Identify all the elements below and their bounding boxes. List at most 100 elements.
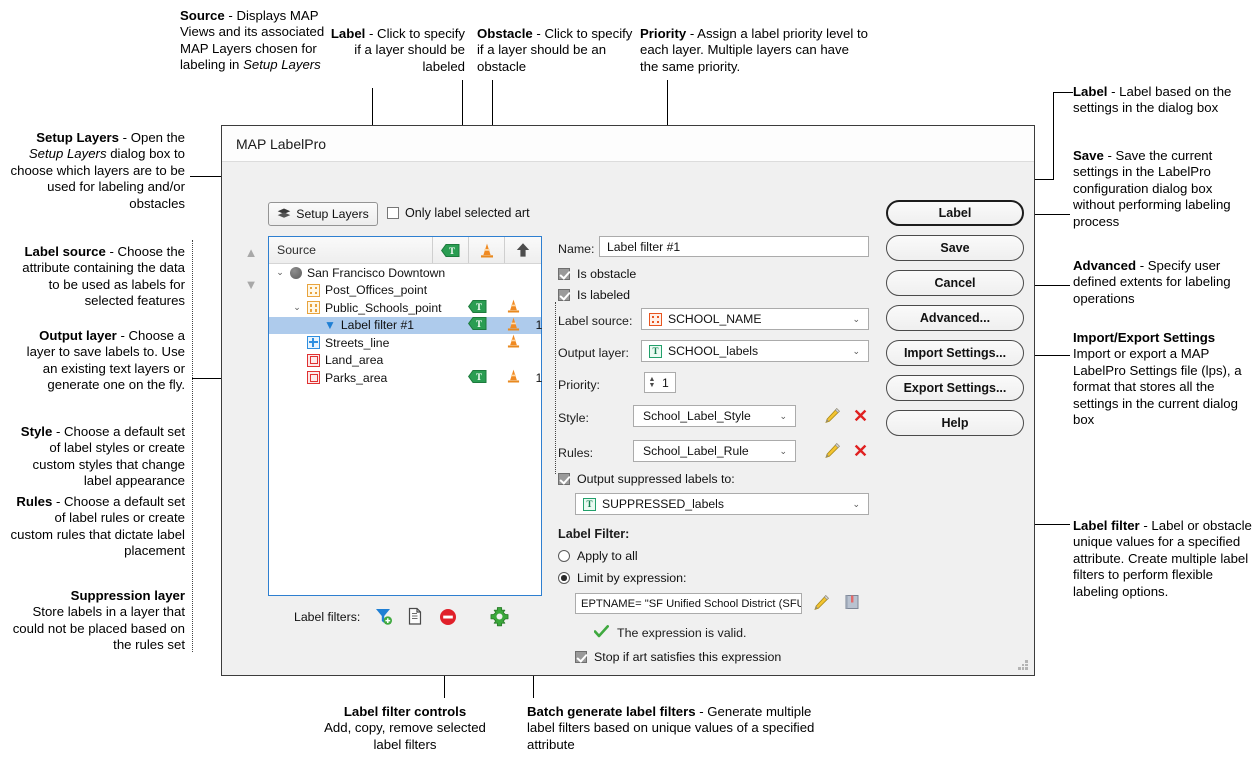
tree-row-label-toggle[interactable]: T (464, 299, 490, 316)
annotation-rules-title: Rules (16, 494, 53, 509)
table-row[interactable]: Land_area (269, 352, 541, 370)
priority-stepper[interactable]: ▲ ▼ 1 (644, 372, 676, 393)
batch-generate-icon[interactable] (489, 606, 510, 627)
annotation-filter-controls-title: Label filter controls (343, 704, 467, 719)
tree-row-priority[interactable]: 1 (524, 318, 554, 332)
tree-row-label-toggle[interactable]: T (464, 369, 490, 386)
annotation-import-export: Import/Export Settings Import or export a… (1073, 330, 1253, 428)
edit-expression-pencil-icon[interactable] (812, 594, 830, 612)
help-button[interactable]: Help (886, 410, 1024, 436)
expression-book-icon[interactable] (844, 594, 860, 615)
save-button[interactable]: Save (886, 235, 1024, 261)
label-filters-caption: Label filters: (294, 609, 361, 624)
label-tag-icon: T (467, 299, 486, 313)
edit-style-pencil-icon[interactable] (823, 407, 841, 425)
is-obstacle-checkbox[interactable]: Is obstacle (558, 267, 636, 281)
tree-row-label: San Francisco Downtown (307, 265, 446, 280)
rules-value: School_Label_Rule (643, 444, 749, 458)
limit-by-expression-label: Limit by expression: (577, 571, 687, 585)
tree-row-obstacle-toggle[interactable] (500, 299, 526, 316)
obstacle-cone-icon (507, 369, 519, 383)
annotation-rules: Rules - Choose a default set of label ru… (10, 494, 185, 560)
annotation-batch-generate-title: Batch generate label filters (527, 704, 696, 719)
tree-column-source[interactable]: Source (269, 237, 433, 263)
name-field[interactable]: Label filter #1 (599, 236, 869, 257)
button-label: Save (940, 241, 970, 255)
is-labeled-box[interactable] (558, 289, 570, 301)
line-layer-icon (307, 336, 320, 350)
stop-if-art-box[interactable] (575, 651, 587, 663)
limit-by-expression-radio[interactable]: Limit by expression: (558, 571, 687, 585)
stop-if-art-checkbox[interactable]: Stop if art satisfies this expression (575, 650, 781, 664)
resize-grip[interactable] (1018, 660, 1028, 670)
move-down-button[interactable]: ▼ (242, 277, 260, 292)
table-row[interactable]: ⌄ Public_Schools_point T (269, 299, 541, 317)
add-filter-icon[interactable] (374, 607, 393, 626)
limit-by-expression-radio-circle[interactable] (558, 572, 570, 584)
copy-filter-icon[interactable] (407, 607, 425, 626)
output-layer-select[interactable]: T SCHOOL_labels ⌄ (641, 340, 869, 362)
obstacle-cone-icon (480, 243, 493, 257)
output-suppressed-box[interactable] (558, 473, 570, 485)
table-row[interactable]: Parks_area T 1 (269, 369, 542, 387)
tree-row-name: ▼ Label filter #1 (309, 318, 414, 332)
tree-column-label[interactable]: T (433, 237, 469, 263)
is-obstacle-box[interactable] (558, 268, 570, 280)
expander-chevron-icon[interactable]: ⌄ (292, 302, 302, 313)
tree-row-obstacle-toggle[interactable] (500, 334, 526, 351)
area-layer-icon (307, 371, 320, 385)
only-label-selected-art-box[interactable] (387, 207, 399, 219)
apply-to-all-radio-circle[interactable] (558, 550, 570, 562)
table-row[interactable]: ▼ Label filter #1 T 1 (269, 316, 542, 334)
apply-to-all-radio[interactable]: Apply to all (558, 549, 638, 563)
expander-chevron-icon[interactable]: ⌄ (275, 267, 285, 278)
tree-row-priority[interactable]: 1 (524, 371, 554, 385)
remove-filter-icon[interactable] (439, 608, 457, 626)
tree-row-obstacle-toggle[interactable] (500, 317, 526, 334)
label-source-select[interactable]: SCHOOL_NAME ⌄ (641, 308, 869, 330)
setup-layers-button[interactable]: Setup Layers (268, 202, 378, 226)
tree-column-obstacle[interactable] (469, 237, 505, 263)
output-suppressed-checkbox[interactable]: Output suppressed labels to: (558, 472, 735, 486)
setup-layers-label: Setup Layers (296, 207, 369, 221)
table-row[interactable]: ⌄ San Francisco Downtown (269, 264, 541, 282)
tree-column-priority[interactable] (505, 237, 541, 263)
move-up-button[interactable]: ▲ (242, 245, 260, 260)
tree-row-label: Land_area (325, 353, 384, 368)
suppressed-layer-value: SUPPRESSED_labels (602, 497, 724, 511)
tree-row-label: Parks_area (325, 370, 388, 385)
tree-row-name: ⌄ San Francisco Downtown (275, 266, 445, 280)
delete-style-x-icon[interactable]: ✕ (853, 407, 868, 425)
stepper-arrows-icon[interactable]: ▲ ▼ (645, 376, 659, 389)
cancel-button[interactable]: Cancel (886, 270, 1024, 296)
tree-row-label-toggle[interactable]: T (464, 317, 490, 333)
annotation-label-column-body: - Click to specify if a layer should be … (354, 26, 465, 74)
style-select[interactable]: School_Label_Style ⌄ (633, 405, 796, 427)
layer-tree-rows[interactable]: ⌄ San Francisco Downtown Post_Offices_poin… (269, 264, 542, 387)
label-button[interactable]: Label (886, 200, 1024, 226)
table-row[interactable]: Post_Offices_point (269, 282, 541, 300)
annotation-save-button: Save - Save the current settings in the … (1073, 148, 1253, 230)
rules-select[interactable]: School_Label_Rule ⌄ (633, 440, 796, 462)
layer-tree[interactable]: Source T ⌄ San Francisco Downtown Post_O… (268, 236, 542, 596)
map-labelpro-dialog: MAP LabelPro Setup Layers Only label sel… (221, 125, 1035, 676)
delete-rules-x-icon[interactable]: ✕ (853, 442, 868, 460)
tree-row-obstacle-toggle[interactable] (500, 369, 526, 386)
annotation-obstacle-column-title: Obstacle (477, 26, 533, 41)
dialog-body: Setup Layers Only label selected art ▲ ▼… (222, 162, 1034, 675)
obstacle-cone-icon (507, 299, 519, 313)
style-label: Style: (558, 411, 589, 425)
annotation-label-source: Label source - Choose the attribute cont… (10, 244, 185, 310)
import-settings-button[interactable]: Import Settings... (886, 340, 1024, 366)
label-tag-icon: T (467, 317, 486, 331)
export-settings-button[interactable]: Export Settings... (886, 375, 1024, 401)
expression-field[interactable]: EPTNAME= "SF Unified School District (SF… (575, 593, 802, 614)
annotation-priority-column: Priority - Assign a label priority level… (640, 26, 870, 75)
advanced-button[interactable]: Advanced... (886, 305, 1024, 331)
table-row[interactable]: Streets_line (269, 334, 541, 352)
only-label-selected-art-checkbox[interactable]: Only label selected art (387, 206, 530, 220)
is-labeled-checkbox[interactable]: Is labeled (558, 288, 630, 302)
annotation-label-button: Label - Label based on the settings in t… (1073, 84, 1248, 117)
edit-rules-pencil-icon[interactable] (823, 442, 841, 460)
suppressed-layer-select[interactable]: T SUPPRESSED_labels ⌄ (575, 493, 869, 515)
